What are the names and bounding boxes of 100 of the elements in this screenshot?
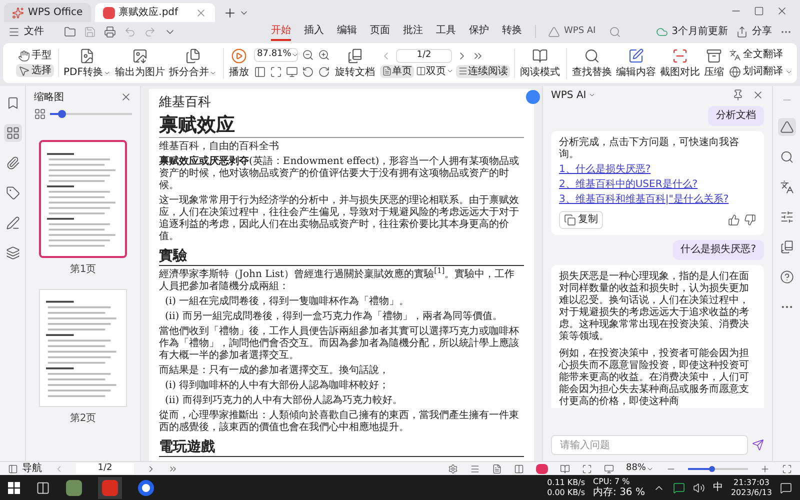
play-button[interactable]: 播放 bbox=[227, 48, 251, 78]
navigation-toggle[interactable]: 导航 bbox=[8, 462, 42, 474]
answer-paragraph: 例如，在投资决策中，投资者可能会因为担心损失而不愿意冒险投资，即使这种投资可能带来更高的收益。在消费决策中，人们可能会因为担心失去某种商品或服务而愿意支付更高的价格，即使这种商 bbox=[559, 348, 750, 408]
view-icon bbox=[382, 66, 392, 76]
cpu-usage: CPU: 7 % bbox=[593, 477, 631, 486]
file-menu[interactable]: 文件 bbox=[8, 25, 44, 38]
translate-button[interactable]: 全文翻译 bbox=[729, 48, 793, 61]
view-mode-button[interactable]: 连续阅读 bbox=[456, 64, 510, 78]
translate-icon bbox=[729, 66, 741, 78]
app-icon[interactable] bbox=[66, 480, 82, 496]
fullscreen-icon bbox=[782, 464, 792, 474]
last-page-icon bbox=[168, 464, 178, 474]
ribbon-tab[interactable]: 开始 bbox=[271, 22, 291, 41]
tool-icon bbox=[347, 48, 363, 64]
help-icon bbox=[780, 270, 794, 284]
continuous-icon bbox=[470, 464, 480, 474]
toolbar-button[interactable]: 压缩 bbox=[702, 48, 726, 78]
pen-icon bbox=[6, 216, 20, 230]
search-icon bbox=[780, 150, 794, 164]
page-field[interactable]: 1/2 bbox=[76, 463, 134, 474]
paragraph: 而結果是：只有一成的參加者選擇交互。換句話說， bbox=[159, 365, 390, 377]
page-thumbnail[interactable] bbox=[39, 140, 127, 258]
suggested-question-link[interactable]: 3、维基百科和维基百科|"是什么关系? bbox=[559, 194, 756, 206]
article-title: 禀赋效应 bbox=[159, 114, 524, 138]
toolbar-button[interactable]: 输出为图片 bbox=[113, 48, 167, 78]
article-subtitle: 维基百科，自由的百科全书 bbox=[159, 141, 280, 153]
tool-icon bbox=[185, 48, 201, 64]
download-speed: 0.00 KB/s bbox=[547, 488, 586, 498]
view-icon bbox=[416, 66, 426, 76]
translate-button[interactable]: 划词翻译 bbox=[729, 65, 793, 78]
close-icon bbox=[776, 5, 788, 17]
paragraph: 經濟學家李斯特（John List）曾經進行過關於稟賦效應的實驗$^{[1]}$。實驗中，工作人員把參加者隨機分成兩組： bbox=[159, 269, 516, 293]
toolbar-button[interactable]: 查找替换 bbox=[570, 48, 614, 78]
pointer-tool[interactable]: 手型 bbox=[16, 49, 54, 62]
single-page-icon bbox=[492, 464, 502, 474]
tool-icon bbox=[132, 48, 148, 64]
suggested-question-link[interactable]: 1、什么是损失厌恶? bbox=[559, 164, 756, 176]
ribbon-tab[interactable]: 转换 bbox=[502, 22, 522, 41]
ribbon-tab[interactable]: 编辑 bbox=[337, 22, 357, 41]
actual-size-icon bbox=[286, 66, 298, 78]
restore-icon bbox=[754, 6, 764, 16]
toolbar-button[interactable]: 编辑内容 bbox=[614, 48, 658, 78]
book-icon bbox=[780, 240, 794, 254]
toolbar-button[interactable]: 拆分合并 bbox=[167, 48, 219, 78]
cloud-status[interactable]: 3个月前更新 bbox=[656, 24, 728, 39]
notifications-icon bbox=[780, 482, 792, 494]
zoom-field[interactable]: 87.81% bbox=[254, 48, 298, 62]
view-mode-button[interactable]: 单页 bbox=[380, 64, 414, 78]
answer-paragraph: 损失厌恶是一种心理现象，指的是人们在面对同样数量的收益和损失时，认为损失更加难以忍受。换句话说，人们在决策过程中，对于规避损失的考虑远远大于追求收益的考虑。这种现象常常出现在投资决策、消费决策等领域。 bbox=[559, 271, 750, 343]
caret-icon bbox=[291, 51, 300, 59]
ribbon-tab[interactable]: 保护 bbox=[469, 22, 489, 41]
pointer-tool[interactable]: 选择 bbox=[16, 64, 54, 77]
document-tab[interactable]: 禀赋效应.pdf bbox=[94, 3, 215, 22]
clock-time: 21:37:03 bbox=[734, 478, 770, 488]
toolbar-button[interactable]: PDF转换 bbox=[62, 48, 113, 78]
ai-float-button[interactable] bbox=[526, 90, 540, 104]
list-item: (i) 一組在完成問卷後，得到一隻咖啡杯作為「禮物」。 bbox=[164, 296, 410, 308]
toolbar-button[interactable]: 截图对比 bbox=[658, 48, 702, 78]
ai-message-text: 分析完成，点击下方问题，可快速向我咨询。 bbox=[559, 137, 740, 161]
settings-icon bbox=[448, 464, 458, 474]
question-input[interactable]: 请输入问题 bbox=[551, 435, 748, 455]
share-button[interactable]: 分享 bbox=[736, 24, 772, 39]
view-mode-button[interactable]: 双页 bbox=[414, 64, 456, 78]
input-method[interactable]: 中 bbox=[712, 480, 723, 495]
ribbon-tab[interactable]: 工具 bbox=[436, 22, 456, 41]
suggested-question-link[interactable]: 2、维基百科中的USER是什么? bbox=[559, 179, 756, 191]
print-icon bbox=[104, 26, 116, 38]
tool-icon bbox=[584, 48, 600, 64]
ribbon-tab[interactable]: 插入 bbox=[304, 22, 324, 41]
ribbon-tab[interactable]: 批注 bbox=[403, 22, 423, 41]
folder-icon bbox=[64, 26, 76, 38]
page-field[interactable]: 1/2 bbox=[396, 48, 452, 62]
browser-icon[interactable] bbox=[138, 480, 154, 496]
tool-icon bbox=[628, 48, 644, 64]
clock-date: 2023/6/13 bbox=[730, 488, 772, 498]
tag-icon bbox=[6, 186, 20, 200]
chat-app-icon bbox=[672, 482, 685, 494]
fit-icon bbox=[582, 464, 592, 474]
zoom-level[interactable]: 88% bbox=[626, 462, 654, 476]
windows-start-icon[interactable] bbox=[8, 482, 20, 494]
list-item: (ii) 而得到巧克力的人中有大部份人認為巧克力較好。 bbox=[164, 395, 404, 407]
paragraph: 禀赋效应或厌恶剥夺(英語：Endowment effect)，形容当一个人拥有某项物品或资产的时候，他对该物品或资产的价值评估要大于没有拥有这项物品或资产的时候。 bbox=[159, 156, 520, 192]
document-tab[interactable]: WPS Office bbox=[4, 3, 91, 22]
cloud-icon bbox=[656, 26, 668, 38]
reading-mode-button[interactable]: 阅读模式 bbox=[518, 48, 562, 78]
ai-panel-title[interactable]: WPS AI bbox=[551, 88, 596, 102]
rotate-left-icon bbox=[302, 66, 314, 78]
ribbon-tab[interactable]: 页面 bbox=[370, 22, 390, 41]
wps-ai-tab[interactable]: WPS AI bbox=[535, 24, 596, 38]
copy-button[interactable]: 复制 bbox=[559, 211, 603, 229]
rotate-button[interactable]: 旋转文档 bbox=[333, 48, 377, 78]
thumbs-up-icon bbox=[728, 214, 740, 226]
share-icon bbox=[736, 26, 748, 38]
undo-icon bbox=[124, 26, 136, 38]
translate-icon bbox=[729, 48, 741, 60]
thumbs-down-icon bbox=[744, 214, 756, 226]
section-heading: 實驗 bbox=[159, 248, 524, 266]
translate-icon bbox=[780, 180, 794, 194]
thumbnail-size-icon bbox=[34, 108, 46, 120]
sliders-icon bbox=[780, 210, 794, 224]
